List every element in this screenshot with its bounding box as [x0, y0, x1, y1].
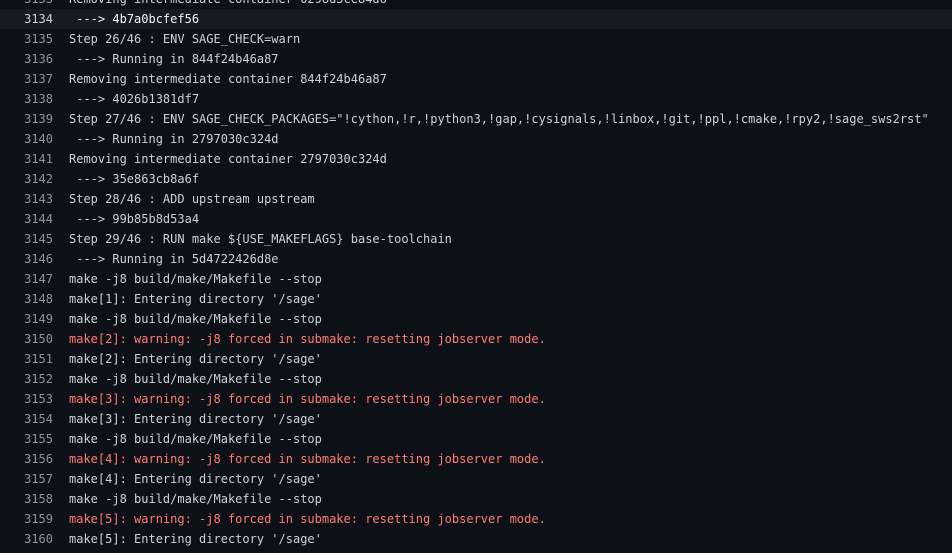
log-line[interactable]: 3152 make -j8 build/make/Makefile --stop [0, 369, 952, 389]
line-number-link[interactable]: 3139 [0, 109, 69, 129]
line-number-link[interactable]: 3141 [0, 149, 69, 169]
line-number-link[interactable]: 3151 [0, 349, 69, 369]
log-line[interactable]: 3133Removing intermediate container 0298… [0, 0, 952, 9]
log-lines: 3133Removing intermediate container 0298… [0, 0, 952, 549]
log-line-text: Removing intermediate container 2797030c… [69, 152, 387, 166]
log-line-text: ---> 35e863cb8a6f [69, 172, 200, 186]
log-line[interactable]: 3159 make[5]: warning: -j8 forced in subm… [0, 509, 952, 529]
log-line-text: make -j8 build/make/Makefile --stop [69, 312, 322, 326]
line-number-link[interactable]: 3152 [0, 369, 69, 389]
log-line[interactable]: 3147 make -j8 build/make/Makefile --stop [0, 269, 952, 289]
log-line-warning-text: make[5]: warning: -j8 forced in submake:… [69, 512, 546, 526]
log-line-warning-text: make[3]: warning: -j8 forced in submake:… [69, 392, 546, 406]
log-line[interactable]: 3139 Step 27/46 : ENV SAGE_CHECK_PACKAGES… [0, 109, 952, 129]
log-line-text: make[3]: Entering directory '/sage' [69, 412, 322, 426]
line-number-link[interactable]: 3154 [0, 409, 69, 429]
log-line-text: Removing intermediate container 0298d5ce… [69, 0, 387, 9]
log-line[interactable]: 3140 ---> Running in 2797030c324d [0, 129, 952, 149]
log-line-text: make[4]: Entering directory '/sage' [69, 472, 322, 486]
log-line-text: ---> 4b7a0bcfef56 [69, 12, 200, 26]
log-line-text: make -j8 build/make/Makefile --stop [69, 432, 322, 446]
log-line-text: ---> Running in 844f24b46a87 [69, 52, 279, 66]
line-number-link[interactable]: 3142 [0, 169, 69, 189]
log-line-text: make -j8 build/make/Makefile --stop [69, 492, 322, 506]
log-line[interactable]: 3157 make[4]: Entering directory '/sage' [0, 469, 952, 489]
line-number-link[interactable]: 3136 [0, 49, 69, 69]
build-log-viewer[interactable]: 3133Removing intermediate container 0298… [0, 0, 952, 553]
line-number-link[interactable]: 3153 [0, 389, 69, 409]
line-number-link[interactable]: 3155 [0, 429, 69, 449]
line-number-link[interactable]: 3137 [0, 69, 69, 89]
log-line[interactable]: 3150 make[2]: warning: -j8 forced in subm… [0, 329, 952, 349]
log-line-text: Step 27/46 : ENV SAGE_CHECK_PACKAGES="!c… [69, 112, 929, 126]
log-line[interactable]: 3154 make[3]: Entering directory '/sage' [0, 409, 952, 429]
line-number-link[interactable]: 3158 [0, 489, 69, 509]
line-number-link[interactable]: 3144 [0, 209, 69, 229]
line-number-link[interactable]: 3150 [0, 329, 69, 349]
line-number-link[interactable]: 3157 [0, 469, 69, 489]
log-line-text: make[5]: Entering directory '/sage' [69, 532, 322, 546]
line-number-link[interactable]: 3140 [0, 129, 69, 149]
log-line[interactable]: 3144 ---> 99b85b8d53a4 [0, 209, 952, 229]
log-line-text: Step 26/46 : ENV SAGE_CHECK=warn [69, 32, 301, 46]
log-line-text: ---> Running in 2797030c324d [69, 132, 279, 146]
log-line[interactable]: 3143 Step 28/46 : ADD upstream upstream [0, 189, 952, 209]
log-line[interactable]: 3151 make[2]: Entering directory '/sage' [0, 349, 952, 369]
log-line-text: ---> Running in 5d4722426d8e [69, 252, 279, 266]
line-number-link[interactable]: 3143 [0, 189, 69, 209]
log-line[interactable]: 3149 make -j8 build/make/Makefile --stop [0, 309, 952, 329]
log-line-text: ---> 99b85b8d53a4 [69, 212, 200, 226]
log-line[interactable]: 3142 ---> 35e863cb8a6f [0, 169, 952, 189]
log-line[interactable]: 3156 make[4]: warning: -j8 forced in subm… [0, 449, 952, 469]
line-number-link[interactable]: 3147 [0, 269, 69, 289]
log-line-text: make[1]: Entering directory '/sage' [69, 292, 322, 306]
log-line[interactable]: 3136 ---> Running in 844f24b46a87 [0, 49, 952, 69]
log-line[interactable]: 3135 Step 26/46 : ENV SAGE_CHECK=warn [0, 29, 952, 49]
log-line[interactable]: 3134 ---> 4b7a0bcfef56 [0, 9, 952, 29]
log-line-text: Step 29/46 : RUN make ${USE_MAKEFLAGS} b… [69, 232, 452, 246]
line-number-link[interactable]: 3148 [0, 289, 69, 309]
line-number-link[interactable]: 3135 [0, 29, 69, 49]
line-number-link[interactable]: 3146 [0, 249, 69, 269]
log-line[interactable]: 3153 make[3]: warning: -j8 forced in subm… [0, 389, 952, 409]
line-number-link[interactable]: 3138 [0, 89, 69, 109]
log-line-text: Removing intermediate container 844f24b4… [69, 72, 387, 86]
line-number-link[interactable]: 3145 [0, 229, 69, 249]
log-line-warning-text: make[4]: warning: -j8 forced in submake:… [69, 452, 546, 466]
line-number-link[interactable]: 3156 [0, 449, 69, 469]
log-line[interactable]: 3146 ---> Running in 5d4722426d8e [0, 249, 952, 269]
log-line[interactable]: 3155 make -j8 build/make/Makefile --stop [0, 429, 952, 449]
log-line-text: ---> 4026b1381df7 [69, 92, 200, 106]
line-number-link[interactable]: 3149 [0, 309, 69, 329]
line-number-link[interactable]: 3160 [0, 529, 69, 549]
log-line[interactable]: 3141 Removing intermediate container 2797… [0, 149, 952, 169]
log-line-text: make -j8 build/make/Makefile --stop [69, 372, 322, 386]
log-line[interactable]: 3158 make -j8 build/make/Makefile --stop [0, 489, 952, 509]
log-line-text: Step 28/46 : ADD upstream upstream [69, 192, 315, 206]
line-number-link[interactable]: 3134 [0, 9, 69, 29]
log-line[interactable]: 3148 make[1]: Entering directory '/sage' [0, 289, 952, 309]
line-number-link[interactable]: 3133 [0, 0, 69, 9]
log-line[interactable]: 3138 ---> 4026b1381df7 [0, 89, 952, 109]
line-number-link[interactable]: 3159 [0, 509, 69, 529]
log-line-text: make -j8 build/make/Makefile --stop [69, 272, 322, 286]
log-line[interactable]: 3145 Step 29/46 : RUN make ${USE_MAKEFLAG… [0, 229, 952, 249]
log-line-warning-text: make[2]: warning: -j8 forced in submake:… [69, 332, 546, 346]
log-line-text: make[2]: Entering directory '/sage' [69, 352, 322, 366]
log-line[interactable]: 3137 Removing intermediate container 844f… [0, 69, 952, 89]
log-line[interactable]: 3160 make[5]: Entering directory '/sage' [0, 529, 952, 549]
